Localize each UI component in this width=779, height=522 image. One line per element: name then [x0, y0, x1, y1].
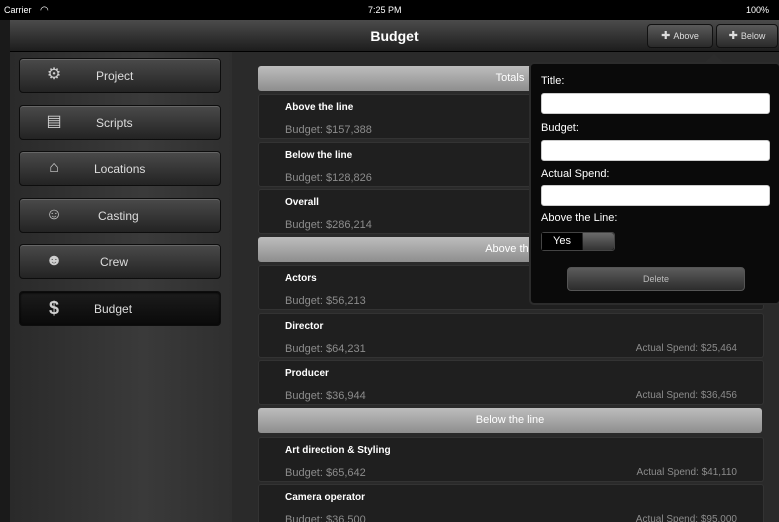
sidebar-item-budget[interactable]: $ Budget	[19, 291, 221, 326]
wifi-icon: ◠	[40, 5, 49, 16]
item-actual-spend: Actual Spend: $95,000	[635, 514, 737, 522]
sidebar-item-label: Scripts	[96, 116, 133, 130]
building-icon: ⌂	[49, 159, 59, 176]
add-above-label: Above	[673, 31, 699, 41]
above-the-line-label: Above the Line:	[541, 212, 618, 224]
item-title: Producer	[285, 368, 329, 379]
toggle-value: Yes	[542, 233, 582, 250]
list-item[interactable]: Camera operator Budget: $36,500 Actual S…	[258, 484, 764, 522]
sidebar-item-label: Budget	[94, 302, 133, 316]
sidebar-item-label: Crew	[100, 255, 129, 269]
item-budget: Budget: $157,388	[285, 124, 372, 136]
delete-button[interactable]: Delete	[567, 267, 745, 291]
sidebar-item-label: Casting	[98, 209, 139, 223]
actual-spend-field[interactable]	[541, 185, 770, 206]
item-title: Director	[285, 321, 324, 332]
sidebar-item-label: Locations	[94, 162, 146, 176]
budget-label: Budget:	[541, 122, 579, 134]
sidebar-item-locations[interactable]: ⌂ Locations	[19, 151, 221, 186]
sidebar-item-casting[interactable]: ☺ Casting	[19, 198, 221, 233]
document-icon: ▤	[46, 113, 62, 130]
add-above-button[interactable]: ✚ Above	[647, 24, 713, 48]
item-title: Art direction & Styling	[285, 445, 391, 456]
status-bar: Carrier ◠ 7:25 PM 100%	[0, 0, 779, 20]
add-below-button[interactable]: ✚ Below	[716, 24, 778, 48]
item-budget: Budget: $128,826	[285, 172, 372, 184]
item-budget: Budget: $56,213	[285, 295, 366, 307]
sidebar-item-crew[interactable]: ☻ Crew	[19, 244, 221, 279]
sidebar-item-label: Project	[96, 69, 134, 83]
title-label: Title:	[541, 75, 565, 87]
people-icon: ☻	[45, 252, 63, 269]
above-the-line-toggle[interactable]: Yes	[541, 232, 615, 251]
item-title: Actors	[285, 273, 317, 284]
item-title: Camera operator	[285, 492, 366, 503]
item-budget: Budget: $65,642	[285, 467, 366, 479]
carrier-label: Carrier	[4, 5, 32, 15]
people-icon: ☺	[45, 206, 63, 223]
edit-popover: Title: Budget: Actual Spend: Above the L…	[529, 62, 779, 305]
section-header-below: Below the line	[258, 408, 762, 433]
item-title: Below the line	[285, 150, 353, 161]
sidebar: ⚙ Project ▤ Scripts ⌂ Locations ☺ Castin…	[10, 52, 232, 522]
list-item[interactable]: Director Budget: $64,231 Actual Spend: $…	[258, 313, 764, 358]
sidebar-item-scripts[interactable]: ▤ Scripts	[19, 105, 221, 140]
item-actual-spend: Actual Spend: $41,110	[636, 467, 737, 478]
add-below-label: Below	[740, 31, 766, 41]
toggle-knob	[583, 233, 614, 250]
plus-icon: ✚	[661, 30, 671, 42]
list-item[interactable]: Producer Budget: $36,944 Actual Spend: $…	[258, 360, 764, 405]
item-actual-spend: Actual Spend: $25,464	[635, 343, 737, 354]
budget-field[interactable]	[541, 140, 770, 161]
item-budget: Budget: $64,231	[285, 343, 366, 355]
sidebar-item-project[interactable]: ⚙ Project	[19, 58, 221, 93]
plus-icon: ✚	[728, 30, 738, 42]
item-title: Overall	[285, 197, 319, 208]
item-budget: Budget: $36,500	[285, 514, 366, 522]
item-budget: Budget: $36,944	[285, 390, 366, 402]
item-actual-spend: Actual Spend: $36,456	[635, 390, 737, 401]
dollar-icon: $	[48, 298, 59, 318]
actual-spend-label: Actual Spend:	[541, 168, 610, 180]
navigation-bar: Budget ✚ Above ✚ Below	[10, 20, 779, 52]
clock: 7:25 PM	[368, 5, 402, 15]
list-item[interactable]: Art direction & Styling Budget: $65,642 …	[258, 437, 764, 482]
gear-icon: ⚙	[46, 66, 62, 83]
item-budget: Budget: $286,214	[285, 219, 372, 231]
title-field[interactable]	[541, 93, 770, 114]
item-title: Above the line	[285, 102, 354, 113]
battery-label: 100%	[745, 5, 769, 15]
